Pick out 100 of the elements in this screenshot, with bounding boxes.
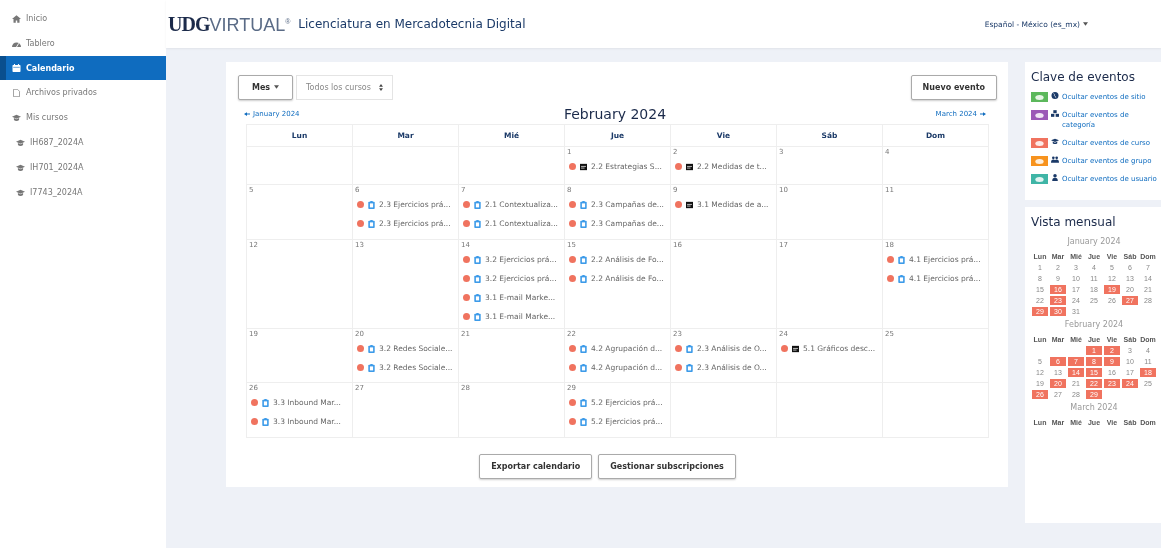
clipboard-icon xyxy=(580,344,587,353)
footer-button[interactable]: Exportar calendario xyxy=(479,454,593,479)
course-dot-icon xyxy=(357,201,364,208)
calendar-icon xyxy=(12,64,21,72)
course-dot-icon xyxy=(357,345,364,352)
clipboard-icon xyxy=(686,344,693,353)
clipboard-icon xyxy=(474,274,481,283)
file-icon xyxy=(12,88,21,97)
clipboard-icon xyxy=(474,200,481,209)
eye-icon xyxy=(1035,158,1044,164)
sidebar-item[interactable]: Mis cursos xyxy=(0,105,166,130)
month-title: February 2024 xyxy=(563,106,667,122)
mini-month-title: January 2024 xyxy=(1066,237,1122,246)
course-dot-icon xyxy=(463,294,470,301)
globe-icon xyxy=(1051,92,1059,99)
eye-icon xyxy=(1035,112,1044,118)
eye-toggle[interactable] xyxy=(1031,156,1048,166)
right-arrow-icon xyxy=(980,112,986,116)
course-dot-icon xyxy=(463,220,470,227)
course-dot-icon xyxy=(569,364,576,371)
quiz-icon xyxy=(792,344,799,353)
course-dot-icon xyxy=(569,220,576,227)
clipboard-icon xyxy=(580,363,587,372)
course-select[interactable]: Todos los cursos xyxy=(296,74,393,100)
clipboard-icon xyxy=(474,293,481,302)
caret-icon xyxy=(1083,22,1088,26)
clipboard-icon xyxy=(898,274,905,283)
course-dot-icon xyxy=(675,201,682,208)
sidebar-item[interactable]: Calendario xyxy=(0,56,166,80)
clipboard-icon xyxy=(262,398,269,407)
clipboard-icon xyxy=(474,219,481,228)
course-dot-icon xyxy=(569,399,576,406)
sidebar-item[interactable]: Archivos privados xyxy=(0,80,166,105)
user-icon xyxy=(1051,174,1059,181)
caret-icon xyxy=(274,85,280,89)
eye-toggle[interactable] xyxy=(1031,174,1048,184)
block-title: Clave de eventos xyxy=(1031,70,1136,84)
sidebar-item[interactable]: IH701_2024A xyxy=(0,155,166,180)
quiz-icon xyxy=(686,162,693,171)
sidebar-item[interactable]: IH687_2024A xyxy=(0,130,166,155)
course-dot-icon xyxy=(887,256,894,263)
eye-toggle[interactable] xyxy=(1031,92,1048,102)
clipboard-icon xyxy=(580,219,587,228)
footer-button[interactable]: Gestionar subscripciones xyxy=(598,454,736,479)
clipboard-icon xyxy=(580,274,587,283)
home-icon xyxy=(12,14,21,23)
course-dot-icon xyxy=(463,256,470,263)
quiz-icon xyxy=(580,162,587,171)
clipboard-icon xyxy=(368,200,375,209)
cubes-icon xyxy=(1051,110,1059,117)
graduation-cap-icon xyxy=(1051,138,1059,145)
clipboard-icon xyxy=(368,219,375,228)
logo[interactable]: UDGVIRTUAL$^{®}$ xyxy=(168,12,291,36)
graduation-cap-icon xyxy=(16,163,25,172)
course-dot-icon xyxy=(569,418,576,425)
left-arrow-icon xyxy=(244,112,250,116)
clipboard-icon xyxy=(580,255,587,264)
quiz-icon xyxy=(686,200,693,209)
clipboard-icon xyxy=(368,344,375,353)
eye-icon xyxy=(1035,140,1044,146)
course-dot-icon xyxy=(463,275,470,282)
course-dot-icon xyxy=(463,201,470,208)
graduation-cap-icon xyxy=(16,138,25,147)
clipboard-icon xyxy=(686,363,693,372)
graduation-cap-icon xyxy=(16,188,25,197)
sidebar-item[interactable]: Inicio xyxy=(0,6,166,31)
course-dot-icon xyxy=(251,399,258,406)
clipboard-icon xyxy=(474,255,481,264)
course-dot-icon xyxy=(781,345,788,352)
new-event-button[interactable]: Nuevo evento xyxy=(910,74,997,100)
clipboard-icon xyxy=(262,417,269,426)
sidebar-item[interactable]: I7743_2024A xyxy=(0,180,166,205)
clipboard-icon xyxy=(898,255,905,264)
course-dot-icon xyxy=(569,201,576,208)
eye-toggle[interactable] xyxy=(1031,110,1048,120)
course-dot-icon xyxy=(251,418,258,425)
graduation-cap-icon xyxy=(12,113,21,122)
course-dot-icon xyxy=(675,163,682,170)
eye-toggle[interactable] xyxy=(1031,138,1048,148)
course-dot-icon xyxy=(569,256,576,263)
course-dot-icon xyxy=(463,313,470,320)
clipboard-icon xyxy=(368,363,375,372)
sort-arrows-icon xyxy=(378,83,383,91)
course-dot-icon xyxy=(569,345,576,352)
users-icon xyxy=(1051,156,1059,163)
clipboard-icon xyxy=(580,417,587,426)
course-dot-icon xyxy=(357,220,364,227)
mini-month-title: February 2024 xyxy=(1063,320,1125,329)
clipboard-icon xyxy=(580,200,587,209)
sidebar-item[interactable]: Tablero xyxy=(0,31,166,56)
eye-icon xyxy=(1035,176,1044,182)
course-dot-icon xyxy=(569,275,576,282)
eye-icon xyxy=(1035,94,1044,100)
course-dot-icon xyxy=(675,345,682,352)
site-title[interactable]: Licenciatura en Mercadotecnia Digital xyxy=(298,17,526,31)
view-dropdown[interactable]: Mes xyxy=(238,74,293,100)
mini-month-title: March 2024 xyxy=(1069,403,1119,412)
block-title: Vista mensual xyxy=(1031,215,1117,229)
course-dot-icon xyxy=(357,364,364,371)
course-dot-icon xyxy=(675,364,682,371)
